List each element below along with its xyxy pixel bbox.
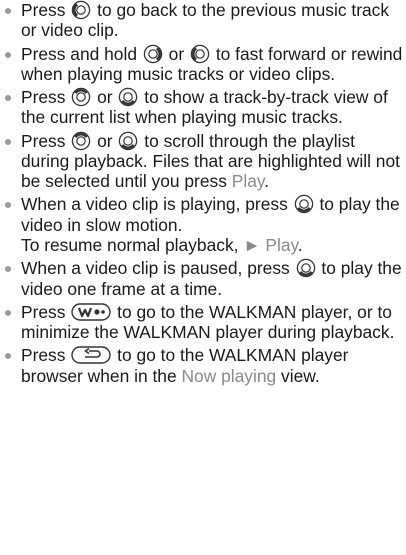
instruction-text: or [92,87,118,107]
instruction-text: To resume normal playback, [21,235,244,256]
list-item: Press or to show a track-by-track view o… [0,87,406,128]
nav-left-icon [71,0,91,20]
instruction-text: view. [276,365,320,386]
instruction-text: Press [21,0,71,20]
nav-down-icon [118,87,138,107]
ui-term: ► Play [243,235,298,256]
instruction-text: Press [21,301,71,322]
list-item: Press or to scroll through the playlist … [0,131,406,192]
instruction-list: Press to go back to the previous music t… [0,0,406,386]
instruction-text: . [297,235,303,256]
list-item: When a video clip is paused, press to pl… [0,258,406,299]
instruction-text: Press [21,345,71,366]
instruction-text: When a video clip is playing, press [21,194,293,215]
nav-down-icon [118,131,138,151]
list-item: Press to go to the WALKMAN player, or to… [0,302,406,343]
nav-down-icon [294,194,314,214]
nav-right-icon [143,44,163,64]
nav-left-icon [190,44,210,64]
instruction-text: Press and hold [21,43,142,64]
list-item: Press and hold or to fast forward or rew… [0,44,406,85]
ui-term: Now playing [181,365,277,386]
nav-up-icon [71,87,91,107]
back-key-icon [71,345,111,365]
nav-up-icon [71,131,91,151]
instruction-text: or [163,43,189,64]
list-item: When a video clip is playing, press to p… [0,194,406,255]
instruction-text: . [264,171,270,192]
nav-down-icon [296,258,316,278]
instruction-text: Press [21,87,71,107]
walkman-key-icon [71,302,111,322]
list-item: Press to go back to the previous music t… [0,0,406,41]
instruction-text: When a video clip is paused, press [21,258,295,279]
ui-term: Play [231,171,265,192]
instruction-text: Press [21,130,71,151]
instruction-text: or [92,130,118,151]
list-item: Press to go to the WALKMAN player browse… [0,345,406,386]
